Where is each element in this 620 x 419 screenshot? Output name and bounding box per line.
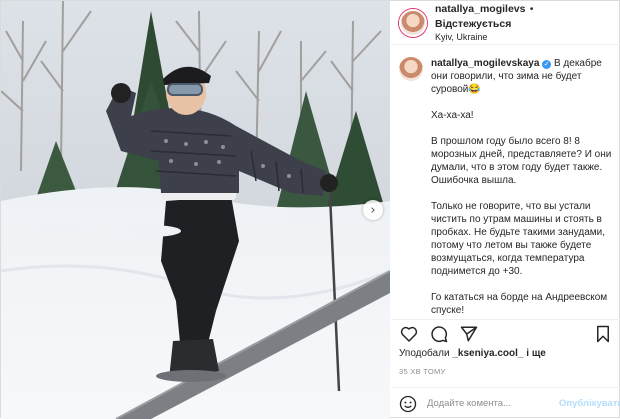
comment-icon[interactable]	[429, 324, 449, 344]
post-comment-button[interactable]: Опублікувати	[559, 398, 620, 409]
likes-user-link[interactable]: _kseniya.cool_	[452, 348, 523, 359]
likes-more-link[interactable]: і ще	[526, 348, 546, 359]
caption-area: natallya_mogilevskaya ✓ В декабре они го…	[399, 57, 617, 319]
action-bar	[391, 319, 620, 347]
caption-paragraph-2: Ха-ха-ха!	[431, 110, 474, 121]
caption-row: natallya_mogilevskaya ✓ В декабре они го…	[399, 57, 617, 319]
post-timestamp[interactable]: 35 ХВ ТОМУ	[399, 367, 446, 376]
post-header: natallya_mogilevs • Відстежується Kyiv, …	[391, 1, 620, 45]
post-sidebar: natallya_mogilevs • Відстежується Kyiv, …	[391, 1, 620, 419]
verified-badge-icon: ✓	[542, 60, 552, 69]
header-separator: •	[529, 4, 534, 15]
post-photo[interactable]: ›	[1, 1, 390, 419]
avatar[interactable]	[399, 8, 427, 37]
snow-skier-image	[1, 1, 390, 419]
caption-body: natallya_mogilevskaya ✓ В декабре они го…	[431, 57, 617, 319]
caption-paragraph-1: natallya_mogilevskaya ✓ В декабре они го…	[431, 57, 617, 96]
caption-paragraph-4: Только не говорите, что вы устали чистит…	[431, 201, 608, 277]
header-text: natallya_mogilevs • Відстежується Kyiv, …	[435, 1, 613, 44]
share-icon[interactable]	[459, 324, 479, 344]
bookmark-icon[interactable]	[593, 324, 613, 344]
header-username[interactable]: natallya_mogilevs	[435, 3, 525, 15]
following-button[interactable]: Відстежується	[435, 18, 511, 30]
comment-bar: Опублікувати	[391, 387, 620, 419]
likes-summary: Уподобали _kseniya.cool_ і ще	[399, 348, 546, 359]
smiley-icon[interactable]	[399, 395, 417, 413]
heart-icon[interactable]	[399, 324, 419, 344]
caption-paragraph-5: Го кататься на борде на Андреевском спус…	[431, 292, 610, 316]
caption-paragraph-3: В прошлом году было всего 8! 8 морозных …	[431, 136, 615, 186]
comment-input[interactable]	[427, 398, 559, 409]
caption-avatar[interactable]	[399, 57, 423, 81]
location-link[interactable]: Kyiv, Ukraine	[435, 31, 613, 44]
likes-prefix: Уподобали	[399, 348, 450, 359]
caption-username[interactable]: natallya_mogilevskaya	[431, 58, 539, 69]
chevron-right-icon: ›	[370, 202, 376, 218]
next-photo-button[interactable]: ›	[363, 200, 383, 220]
instagram-post: › natallya_mogilevs • Відстежується Kyiv…	[0, 0, 620, 419]
